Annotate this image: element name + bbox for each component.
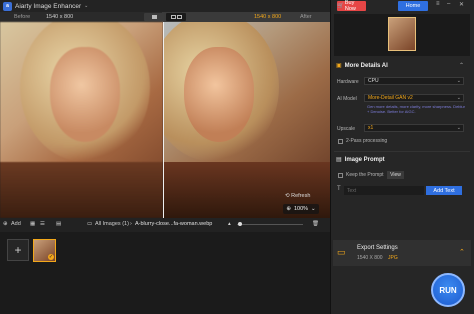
keep-prompt-checkbox[interactable] (338, 172, 343, 178)
buy-now-button[interactable]: 🛒 Buy Now (337, 0, 366, 12)
compare-bar: Before 1540 x 800 1540 x 800 After (0, 12, 330, 22)
after-image[interactable] (164, 22, 330, 218)
side-by-side-view-button[interactable] (144, 13, 164, 21)
before-image[interactable] (0, 22, 163, 218)
collapse-chevron-icon[interactable]: ⌃ (459, 62, 464, 69)
text-icon: T (337, 186, 341, 192)
menu-icon[interactable]: ≡ (436, 1, 440, 7)
keep-prompt-label: Keep the Prompt (346, 172, 384, 178)
prompt-text-input[interactable]: Text (344, 186, 424, 195)
plus-icon: + (14, 243, 22, 257)
hardware-select[interactable]: CPU ⌄ (364, 77, 464, 85)
two-pass-checkbox[interactable] (338, 138, 343, 144)
hardware-label: Hardware (337, 79, 359, 85)
compare-divider[interactable] (163, 22, 164, 218)
ai-model-label: AI Model (337, 96, 357, 102)
export-format: JPG (388, 255, 398, 261)
ai-model-select[interactable]: More-Detail GAN v2 ⌄ (364, 94, 464, 102)
divider (334, 151, 470, 152)
compare-view-button[interactable] (166, 13, 186, 21)
refresh-icon: ⟲ (285, 193, 290, 199)
expand-up-icon[interactable]: ⌃ (459, 248, 465, 256)
image-size-icon[interactable]: ▴ (228, 221, 231, 227)
more-details-header: ▣ More Details AI (336, 62, 388, 70)
upscale-label: Upscale (337, 126, 356, 132)
image-prompt-header: ▤ Image Prompt (336, 156, 385, 164)
single-view-icon-2 (176, 15, 182, 19)
folder-icon: ▭ (87, 221, 93, 227)
add-image-button[interactable]: + (7, 239, 29, 261)
view-label: View (390, 172, 401, 178)
cart-icon: 🛒 (337, 3, 344, 9)
add-icon[interactable]: ⊕ (3, 221, 8, 227)
after-resolution: 1540 x 800 (254, 14, 282, 20)
run-label: RUN (439, 285, 457, 295)
prompt-icon: ▤ (336, 157, 342, 163)
image-thumbnail[interactable]: ✓ (33, 239, 56, 262)
chevron-down-icon: ⌄ (456, 78, 461, 84)
chevron-down-icon: ⌄ (456, 125, 461, 131)
view-prompt-button[interactable]: View (387, 171, 404, 179)
hardware-value: CPU (368, 78, 379, 84)
add-label[interactable]: Add (11, 221, 21, 227)
jacket-shape (0, 162, 163, 218)
chevron-down-icon: ⌄ (456, 95, 461, 101)
more-details-title: More Details AI (344, 62, 388, 69)
trash-icon[interactable]: 🗑 (312, 221, 319, 227)
add-text-button[interactable]: Add Text (426, 186, 462, 195)
app-logo-icon: a (3, 1, 12, 11)
export-settings-panel[interactable]: ▭ Export Settings 1540 X 800 JPG ⌃ (333, 240, 471, 266)
add-text-label: Add Text (433, 187, 455, 194)
refresh-control[interactable]: ⟲ Refresh (285, 193, 310, 199)
before-label: Before (14, 14, 31, 20)
single-view-icon (170, 15, 176, 19)
export-monitor-icon: ▭ (337, 247, 346, 257)
filename-label: A-blurry-close...fa-woman.webp (135, 221, 213, 227)
two-pass-row[interactable]: 2-Pass processing (338, 138, 387, 144)
export-title: Export Settings (357, 245, 398, 251)
home-button[interactable]: Home (398, 1, 428, 11)
after-label: After (300, 14, 312, 20)
ai-model-description: Gen more details, more clarity, more sha… (367, 104, 465, 114)
list-view-icon[interactable]: ☰ (40, 221, 45, 227)
all-images-label[interactable]: All Images (1) (95, 221, 129, 227)
home-label: Home (405, 3, 421, 9)
close-icon[interactable]: ✕ (459, 1, 464, 8)
buy-now-label: Buy Now (344, 0, 356, 12)
prompt-text-placeholder: Text (347, 187, 357, 194)
ai-model-value: More-Detail GAN v2 (368, 95, 413, 101)
run-button[interactable]: RUN (431, 273, 465, 307)
chevron-down-icon: ⌄ (311, 206, 316, 212)
zoom-icon: ⊕ (286, 206, 291, 212)
face-shape (50, 47, 120, 142)
navigator-thumbnail[interactable] (388, 17, 416, 51)
app-title: Aiarty Image Enhancer (15, 2, 82, 10)
film-view-icon[interactable]: ▤ (56, 221, 61, 227)
check-icon: ✓ (48, 254, 54, 260)
chevron-right-icon: › (130, 221, 132, 227)
app-menu-chevron-down-icon[interactable]: ⌄ (84, 3, 88, 9)
keep-prompt-row[interactable]: Keep the Prompt (338, 172, 384, 178)
enhance-icon: ▣ (336, 63, 342, 69)
zoom-value: 100% (293, 206, 309, 212)
before-resolution: 1540 x 800 (46, 14, 74, 20)
face-shape (184, 47, 254, 142)
minimize-icon[interactable]: – (447, 1, 450, 7)
zoom-control[interactable]: ⊕ 100% ⌄ (283, 204, 319, 214)
image-prompt-title: Image Prompt (344, 156, 385, 163)
refresh-label: Refresh (291, 193, 311, 199)
bottom-toolbar: ⊕ Add ▦ ☰ ▤ ▭ All Images (1) › A-blurry-… (0, 218, 330, 232)
zoom-slider-track[interactable] (237, 224, 303, 225)
two-pass-label: 2-Pass processing (346, 138, 388, 144)
upscale-select[interactable]: x1 ⌄ (364, 124, 464, 132)
title-bar: a Aiarty Image Enhancer ⌄ (0, 0, 330, 12)
split-view-icon (151, 15, 157, 19)
export-resolution: 1540 X 800 (357, 255, 383, 261)
upscale-value: x1 (368, 125, 374, 131)
grid-view-icon[interactable]: ▦ (30, 221, 35, 227)
zoom-slider-handle[interactable] (238, 222, 242, 226)
